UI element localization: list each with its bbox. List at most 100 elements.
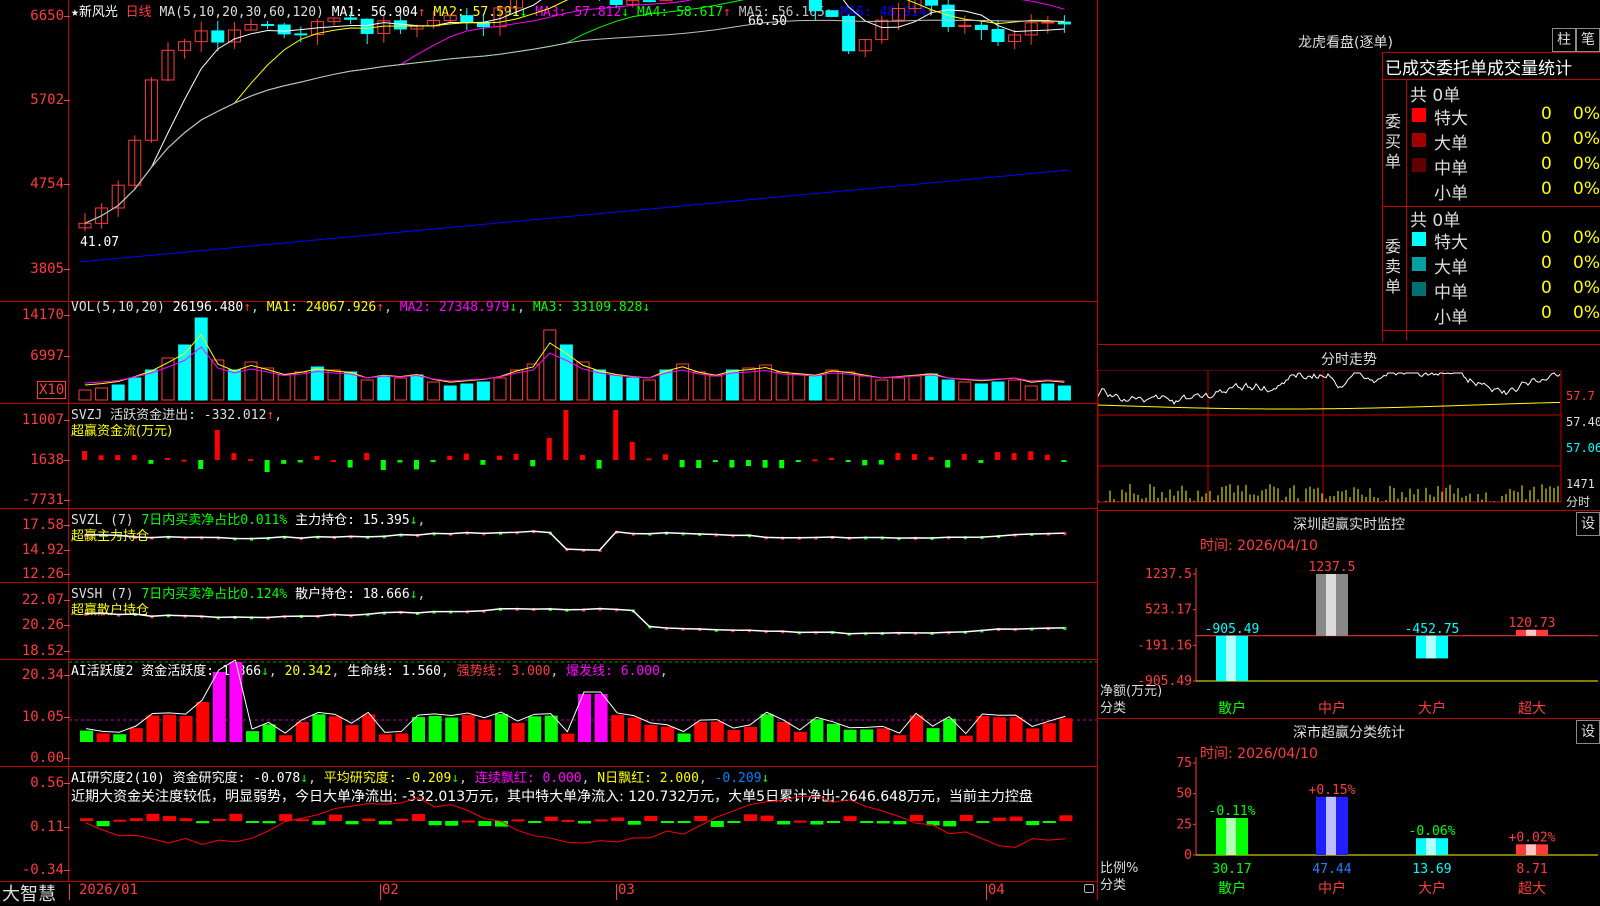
category-bar bbox=[1416, 838, 1448, 855]
candle-chart[interactable] bbox=[69, 0, 1097, 301]
ai-research-ytick: 0.56 bbox=[0, 775, 70, 791]
sz-realtime-settings-button[interactable]: 设 bbox=[1576, 512, 1600, 536]
order-size-swatch bbox=[1412, 133, 1426, 147]
volume-bar bbox=[377, 375, 391, 401]
research-bar bbox=[395, 818, 409, 821]
research-bar bbox=[561, 819, 575, 822]
volume-bar bbox=[244, 361, 258, 401]
research-bar bbox=[262, 821, 276, 824]
ma-line bbox=[84, 0, 1065, 224]
sz-category-chart[interactable]: 75 50 25 0 -0.11% 散户 +0.15% 中户 -0.06% 大户 +0.02% 超大 3… bbox=[1098, 755, 1600, 900]
activity-bar bbox=[80, 730, 93, 742]
bar-value-label: +0.15% bbox=[1309, 783, 1356, 798]
volume-bar bbox=[327, 369, 341, 401]
flow-bar bbox=[563, 410, 569, 460]
activity-bar bbox=[926, 728, 940, 742]
order-pct: 0% bbox=[1573, 253, 1600, 273]
activity-bar bbox=[279, 735, 293, 742]
research-bar bbox=[827, 821, 840, 823]
flow-bar bbox=[613, 410, 619, 460]
candle-body bbox=[277, 24, 291, 35]
order-count: 0 bbox=[1541, 303, 1552, 323]
svzj-ytick: 1638 bbox=[0, 452, 70, 468]
order-pct: 0% bbox=[1573, 228, 1600, 248]
holding-line bbox=[84, 530, 1065, 551]
sz-realtime-chart[interactable]: 1237.5 523.17 -191.16 -905.49 -905.49 散户 1237.… bbox=[1098, 550, 1600, 720]
flow-bar bbox=[546, 438, 552, 460]
intraday-price-line bbox=[1098, 372, 1561, 405]
lock-icon[interactable] bbox=[1084, 884, 1094, 893]
y-tick-label: 75 bbox=[1176, 756, 1192, 771]
activity-bar bbox=[163, 714, 176, 742]
ratio-value-label: 47.44 bbox=[1312, 862, 1351, 877]
activity-bar bbox=[246, 731, 259, 742]
bar-value-label: -452.75 bbox=[1405, 622, 1460, 637]
ai-active-chart[interactable] bbox=[69, 660, 1097, 766]
activity-bar bbox=[212, 672, 226, 742]
candle-body bbox=[211, 30, 225, 43]
volume-bar bbox=[974, 383, 988, 401]
candle-body bbox=[925, 0, 939, 6]
activity-bar bbox=[910, 715, 923, 742]
sz-category-settings-button[interactable]: 设 bbox=[1576, 720, 1600, 744]
volume-chart[interactable] bbox=[69, 302, 1097, 402]
volume-bar bbox=[858, 375, 872, 401]
research-bar bbox=[1042, 821, 1056, 823]
research-bar bbox=[843, 816, 857, 821]
order-name: 大单 bbox=[1434, 134, 1468, 154]
intraday-tick: 57.40 bbox=[1566, 415, 1600, 429]
candle-ytick: 6650 bbox=[0, 8, 70, 24]
longhu-title: 龙虎看盘(逐单) bbox=[1298, 35, 1393, 51]
order-size-swatch bbox=[1412, 282, 1426, 296]
svzl-ytick: 17.58 bbox=[0, 517, 70, 533]
research-bar bbox=[910, 814, 923, 821]
research-bar bbox=[212, 818, 226, 821]
research-bar bbox=[627, 821, 641, 825]
flow-bar bbox=[98, 455, 104, 460]
flow-bar bbox=[397, 460, 403, 463]
activity-bar bbox=[96, 733, 110, 742]
flow-bar bbox=[961, 453, 967, 460]
bar-value-label: 120.73 bbox=[1509, 616, 1556, 631]
activity-bar bbox=[993, 717, 1006, 742]
svzj-ytick: 11007 bbox=[0, 412, 70, 428]
intraday-chart[interactable] bbox=[1098, 370, 1600, 510]
research-bar bbox=[661, 821, 674, 823]
svsh-ytick: 20.26 bbox=[0, 617, 70, 633]
column-view-button[interactable]: 柱 bbox=[1552, 28, 1576, 52]
buy-total: 共 0单 bbox=[1410, 86, 1461, 106]
svzj-chart[interactable] bbox=[69, 404, 1097, 508]
activity-bar bbox=[793, 731, 807, 742]
volume-bar bbox=[593, 369, 607, 401]
volume-bar bbox=[360, 379, 374, 401]
sz-category-title: 深市超赢分类统计 bbox=[1293, 725, 1405, 741]
ai-active-ytick: 0.00 bbox=[0, 750, 70, 766]
research-bar bbox=[229, 813, 243, 821]
order-pct: 0% bbox=[1573, 278, 1600, 298]
order-count: 0 bbox=[1541, 179, 1552, 199]
longhu-subtitle: 已成交委托单成交量统计 bbox=[1385, 59, 1572, 79]
flow-bar bbox=[248, 459, 253, 462]
activity-bar bbox=[129, 728, 143, 742]
y-tick-label: -191.16 bbox=[1137, 638, 1192, 653]
volume-bar bbox=[460, 383, 474, 401]
ai-research-chart[interactable] bbox=[69, 767, 1097, 881]
svsh-chart[interactable] bbox=[69, 583, 1097, 659]
ai-research-ytick: -0.34 bbox=[0, 862, 70, 878]
order-count: 0 bbox=[1541, 129, 1552, 149]
order-name: 特大 bbox=[1434, 109, 1468, 129]
research-bar bbox=[146, 813, 160, 821]
volume-bar bbox=[128, 377, 142, 401]
research-bar bbox=[644, 816, 658, 821]
activity-bar bbox=[345, 725, 359, 742]
order-size-swatch bbox=[1412, 257, 1426, 271]
volume-bar bbox=[576, 361, 590, 401]
intraday-vol-unit: 分时 bbox=[1566, 495, 1591, 509]
tick-view-button[interactable]: 笔 bbox=[1576, 28, 1600, 52]
activity-bar bbox=[445, 717, 459, 742]
research-bar bbox=[179, 818, 193, 821]
research-bar bbox=[694, 815, 708, 821]
main-chart-area[interactable]: ★新风光 日线 MA(5,10,20,30,60,120) MA1: 56.90… bbox=[0, 0, 1098, 905]
flow-bar bbox=[513, 453, 519, 460]
svzl-chart[interactable] bbox=[69, 509, 1097, 582]
